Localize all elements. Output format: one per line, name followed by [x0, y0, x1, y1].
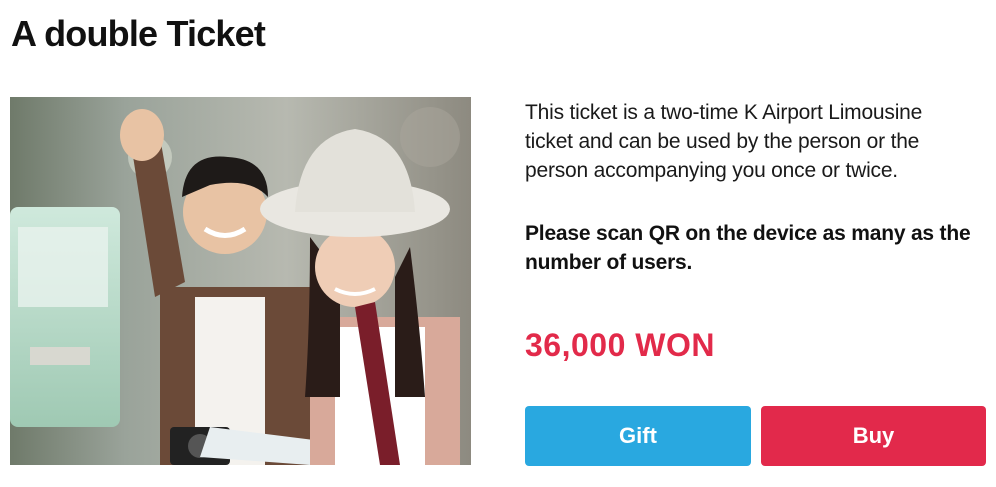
scan-notice: Please scan QR on the device as many as …: [525, 222, 971, 274]
ticket-price: 36,000 WON: [525, 327, 715, 363]
gift-button[interactable]: Gift: [525, 406, 751, 466]
product-photo: [10, 97, 471, 465]
buy-button[interactable]: Buy: [761, 406, 986, 466]
ticket-description: This ticket is a two-time K Airport Limo…: [525, 101, 923, 182]
page-title: A double Ticket: [11, 13, 266, 54]
